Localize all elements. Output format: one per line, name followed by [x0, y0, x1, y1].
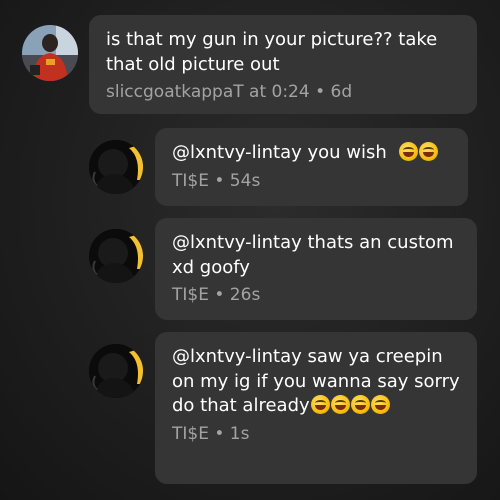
comment-text: is that my gun in your picture?? take th…	[106, 29, 438, 75]
user-avatar[interactable]	[22, 25, 78, 81]
comment-author[interactable]: sliccgoatkappaT	[106, 82, 244, 102]
comment-author[interactable]: TI$E	[172, 285, 209, 305]
laughing-emoji-icon	[370, 395, 390, 414]
laughing-emoji-icon	[398, 142, 418, 161]
comment-meta: TI$E • 26s	[172, 283, 460, 307]
user-avatar[interactable]	[89, 344, 143, 398]
comment-text-content: @lxntvy-lintay you wish	[172, 142, 393, 163]
comment-bubble: @lxntvy-lintay saw ya creepin on my ig i…	[155, 332, 477, 484]
avatar-photo-icon	[22, 25, 78, 81]
comment-meta: TI$E • 1s	[172, 422, 460, 446]
avatar-photo-icon	[89, 140, 143, 194]
comment-text: @lxntvy-lintay you wish	[172, 141, 451, 166]
comment-bubble: @lxntvy-lintay thats an custom xd goofy …	[155, 218, 477, 320]
user-avatar[interactable]	[89, 229, 143, 283]
comment-bubble: is that my gun in your picture?? take th…	[89, 15, 477, 114]
laughing-emoji-icon	[418, 142, 438, 161]
user-avatar[interactable]	[89, 140, 143, 194]
laughing-emoji-icon	[310, 395, 330, 414]
comment-time: • 1s	[214, 423, 250, 444]
comment-text: @lxntvy-lintay saw ya creepin on my ig i…	[172, 345, 460, 419]
comment-text: @lxntvy-lintay thats an custom xd goofy	[172, 232, 454, 278]
avatar-photo-icon	[89, 344, 143, 398]
comment-time: at 0:24 • 6d	[249, 82, 353, 102]
comment-meta: sliccgoatkappaT at 0:24 • 6d	[106, 80, 460, 104]
comment-author[interactable]: TI$E	[172, 424, 209, 444]
comment-bubble: @lxntvy-lintay you wish TI$E • 54s	[155, 128, 468, 206]
comment-time: • 26s	[214, 285, 261, 305]
comment-meta: TI$E • 54s	[172, 169, 451, 193]
comment-time: • 54s	[214, 170, 261, 191]
avatar-photo-icon	[89, 229, 143, 283]
comment-author[interactable]: TI$E	[172, 171, 209, 191]
laughing-emoji-icon	[350, 395, 370, 414]
laughing-emoji-icon	[330, 395, 350, 414]
